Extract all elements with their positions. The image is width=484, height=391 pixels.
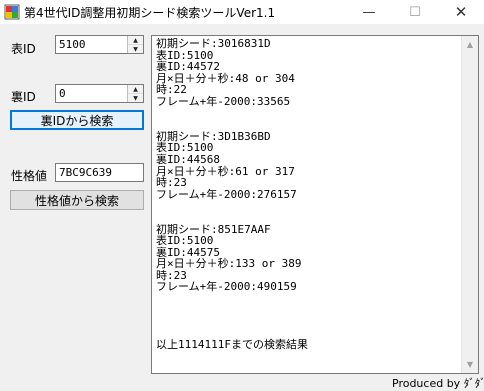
sid-spin-buttons[interactable]: ▲ ▼ bbox=[127, 85, 143, 102]
title-bar: 第4世代ID調整用初期シード検索ツールVer1.1 — ☐ ✕ bbox=[0, 0, 484, 24]
result-line: 裏ID:44568 bbox=[156, 152, 220, 166]
result-line: 月×日＋分＋秒:133 or 389 bbox=[156, 257, 302, 271]
results-textarea[interactable]: 初期シード:3016831D 表ID:5100 裏ID:44572 月×日＋分＋秒:4… bbox=[151, 35, 479, 374]
result-line: 表ID:5100 bbox=[156, 234, 214, 248]
result-line: フレーム+年-2000:276157 bbox=[156, 187, 297, 201]
maximize-button[interactable]: ☐ bbox=[392, 0, 438, 24]
results-scrollbar[interactable]: ▲ ▼ bbox=[461, 36, 478, 373]
sid-numeric-input[interactable]: 0 ▲ ▼ bbox=[55, 84, 144, 103]
close-button[interactable]: ✕ bbox=[438, 0, 484, 24]
result-line bbox=[156, 316, 460, 328]
result-line bbox=[156, 108, 460, 120]
result-line bbox=[156, 119, 460, 131]
scroll-down-icon[interactable]: ▼ bbox=[462, 356, 478, 373]
sid-value: 0 bbox=[59, 87, 66, 100]
result-line: 月×日＋分＋秒:48 or 304 bbox=[156, 71, 295, 85]
minimize-button[interactable]: — bbox=[346, 0, 392, 24]
credit-label: Produced by ﾀﾞﾀﾞ bbox=[392, 377, 484, 390]
result-line bbox=[156, 200, 460, 212]
result-line: フレーム+年-2000:33565 bbox=[156, 94, 291, 108]
spin-up-icon[interactable]: ▲ bbox=[128, 85, 143, 94]
tid-label: 表ID bbox=[11, 42, 36, 56]
spin-down-icon[interactable]: ▼ bbox=[128, 45, 143, 53]
pid-label: 性格値 bbox=[11, 169, 48, 183]
spin-up-icon[interactable]: ▲ bbox=[128, 36, 143, 45]
result-line: 初期シード:3016831D bbox=[156, 37, 271, 50]
results-text: 初期シード:3016831D 表ID:5100 裏ID:44572 月×日＋分＋秒:4… bbox=[156, 38, 460, 351]
result-line bbox=[156, 305, 460, 317]
app-icon bbox=[4, 4, 20, 20]
pid-input[interactable]: 7BC9C639 bbox=[55, 163, 144, 182]
result-line: 以上1114111Fまでの検索結果 bbox=[156, 338, 308, 352]
tid-numeric-input[interactable]: 5100 ▲ ▼ bbox=[55, 35, 144, 54]
result-line: フレーム+年-2000:490159 bbox=[156, 280, 297, 294]
search-from-sid-button[interactable]: 裏IDから検索 bbox=[10, 110, 144, 130]
scroll-up-icon[interactable]: ▲ bbox=[462, 36, 478, 53]
window-title: 第4世代ID調整用初期シード検索ツールVer1.1 bbox=[24, 6, 276, 20]
spin-down-icon[interactable]: ▼ bbox=[128, 94, 143, 102]
sid-label: 裏ID bbox=[11, 90, 36, 104]
result-line bbox=[156, 293, 460, 305]
tid-value: 5100 bbox=[59, 38, 86, 51]
result-line bbox=[156, 212, 460, 224]
search-from-pid-button[interactable]: 性格値から検索 bbox=[10, 190, 144, 210]
tid-spin-buttons[interactable]: ▲ ▼ bbox=[127, 36, 143, 53]
result-line: 月×日＋分＋秒:61 or 317 bbox=[156, 164, 295, 178]
result-line: 時:23 bbox=[156, 176, 187, 190]
pid-value: 7BC9C639 bbox=[59, 166, 112, 179]
